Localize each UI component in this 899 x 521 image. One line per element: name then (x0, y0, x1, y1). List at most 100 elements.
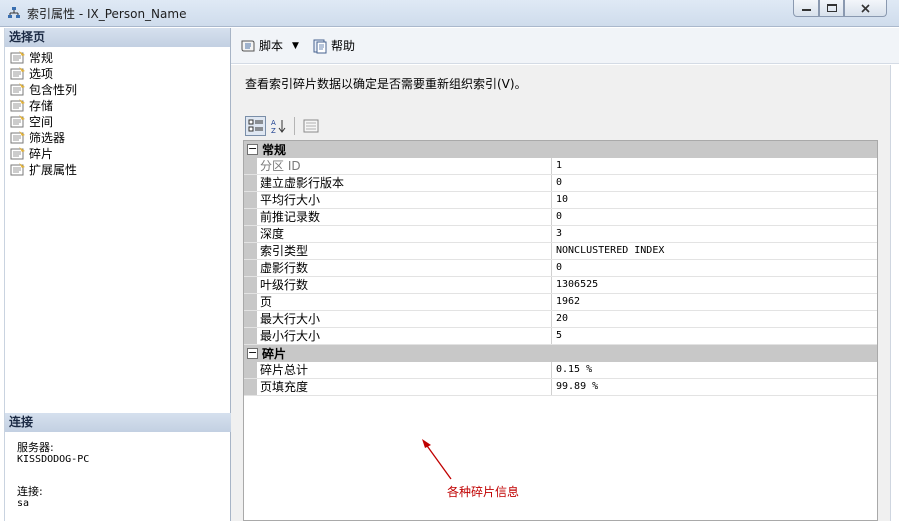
maximize-button[interactable] (819, 0, 844, 17)
page-label: 常规 (29, 50, 54, 65)
server-value: KISSDODOG-PC (17, 454, 90, 465)
main-area: 脚本 ▼ 帮助 查看索引碎片数据以确定是否需要重新组织索引(V)。 A Z − … (231, 28, 899, 521)
property-value: 5 (556, 330, 563, 341)
page-icon (10, 83, 25, 96)
property-row[interactable]: 页 1962 (244, 294, 877, 311)
property-value: 3 (556, 228, 563, 239)
property-row[interactable]: 碎片总计 0.15 % (244, 362, 877, 379)
page-label: 筛选器 (29, 130, 66, 145)
property-name: 碎片总计 (257, 362, 552, 378)
collapse-icon[interactable]: − (247, 143, 258, 155)
property-name: 叶级行数 (257, 277, 552, 293)
connection-info: 连接: sa (17, 486, 43, 510)
property-row[interactable]: 最大行大小 20 (244, 311, 877, 328)
script-icon (241, 40, 255, 51)
index-properties-icon (8, 7, 20, 18)
property-name: 前推记录数 (257, 209, 552, 225)
page-item-storage[interactable]: 存储 (5, 97, 230, 113)
property-value: 1962 (556, 296, 581, 307)
page-label: 存储 (29, 98, 54, 113)
window-title: 索引属性 - IX_Person_Name (27, 7, 187, 21)
property-row[interactable]: 虚影行数 0 (244, 260, 877, 277)
server-info: 服务器: KISSDODOG-PC (17, 442, 89, 466)
title-bar: 索引属性 - IX_Person_Name (0, 0, 899, 27)
property-name: 建立虚影行版本 (257, 175, 552, 191)
sort-alphabetical-icon: A Z (271, 119, 285, 134)
page-icon (10, 115, 25, 128)
close-icon (861, 3, 870, 13)
property-value: 0 (556, 211, 563, 222)
property-name: 分区 ID (257, 158, 552, 174)
property-row[interactable]: 页填充度 99.89 % (244, 379, 877, 396)
property-row[interactable]: 分区 ID 1 (244, 158, 877, 175)
property-row[interactable]: 平均行大小 10 (244, 192, 877, 209)
property-pages-icon (303, 119, 318, 133)
property-name: 虚影行数 (257, 260, 552, 276)
page-label: 扩展属性 (29, 162, 78, 177)
property-row[interactable]: 叶级行数 1306525 (244, 277, 877, 294)
page-item-spatial[interactable]: 空间 (5, 113, 230, 129)
category-label: 碎片 (262, 347, 287, 361)
annotation-arrow-icon (422, 439, 452, 480)
collapse-icon[interactable]: − (247, 347, 258, 359)
property-value: 10 (556, 194, 569, 205)
property-name: 最大行大小 (257, 311, 552, 327)
left-panel: 选择页 常规 选项 包含性列 存储 空间 筛选器 碎片 扩展属性 连接 服务器:… (4, 28, 231, 521)
property-name: 索引类型 (257, 243, 552, 259)
property-row[interactable]: 索引类型 NONCLUSTERED INDEX (244, 243, 877, 260)
connection-label: 连接: (17, 485, 43, 498)
help-label: 帮助 (330, 39, 355, 53)
page-list: 常规 选项 包含性列 存储 空间 筛选器 碎片 扩展属性 (5, 47, 230, 177)
annotation-text: 各种碎片信息 (447, 485, 520, 499)
property-row[interactable]: 前推记录数 0 (244, 209, 877, 226)
property-value: 1306525 (556, 279, 599, 290)
script-label: 脚本 (259, 39, 284, 53)
property-name: 深度 (257, 226, 552, 242)
page-item-general[interactable]: 常规 (5, 49, 230, 65)
toolbar: 脚本 ▼ 帮助 (231, 28, 899, 64)
minimize-icon (801, 9, 811, 11)
page-item-filter[interactable]: 筛选器 (5, 129, 230, 145)
maximize-icon (826, 4, 837, 12)
script-button[interactable]: 脚本 (237, 35, 286, 57)
page-item-extended-properties[interactable]: 扩展属性 (5, 161, 230, 177)
page-label: 选项 (29, 66, 54, 81)
property-row[interactable]: 建立虚影行版本 0 (244, 175, 877, 192)
page-icon (10, 163, 25, 176)
property-name: 最小行大小 (257, 328, 552, 344)
property-name: 页 (257, 294, 552, 310)
categorized-button[interactable] (245, 116, 266, 136)
page-icon (10, 99, 25, 112)
description-text: 查看索引碎片数据以确定是否需要重新组织索引(V)。 (245, 77, 527, 91)
svg-text:A: A (271, 119, 276, 127)
help-button[interactable]: 帮助 (309, 35, 358, 57)
property-pages-button[interactable] (300, 116, 321, 136)
page-label: 包含性列 (29, 82, 78, 97)
property-value: 99.89 % (556, 381, 599, 392)
alphabetical-button[interactable]: A Z (268, 116, 289, 136)
property-value: 0 (556, 177, 563, 188)
minimize-button[interactable] (793, 0, 819, 17)
page-icon (10, 131, 25, 144)
property-value: 0.15 % (556, 364, 593, 375)
property-name: 页填充度 (257, 379, 552, 395)
category-label: 常规 (262, 143, 287, 157)
page-icon (10, 51, 25, 64)
close-button[interactable] (844, 0, 887, 17)
connection-value: sa (17, 498, 30, 509)
category-fragmentation[interactable]: − 碎片 (244, 345, 877, 362)
page-item-options[interactable]: 选项 (5, 65, 230, 81)
help-icon (313, 39, 327, 53)
properties-content: 查看索引碎片数据以确定是否需要重新组织索引(V)。 A Z − 常规 分区 ID… (231, 65, 891, 521)
property-row[interactable]: 最小行大小 5 (244, 328, 877, 345)
page-label: 空间 (29, 114, 54, 129)
toolbar-separator (294, 117, 295, 135)
property-grid-toolbar: A Z (245, 116, 321, 136)
script-dropdown-icon[interactable]: ▼ (292, 41, 299, 51)
page-item-included-columns[interactable]: 包含性列 (5, 81, 230, 97)
property-grid: − 常规 分区 ID 1 建立虚影行版本 0 平均行大小 10 前推记录数 0 深度 3 … (243, 140, 878, 521)
page-item-fragmentation[interactable]: 碎片 (5, 145, 230, 161)
category-general[interactable]: − 常规 (244, 141, 877, 158)
categorized-icon (248, 119, 263, 132)
property-row[interactable]: 深度 3 (244, 226, 877, 243)
